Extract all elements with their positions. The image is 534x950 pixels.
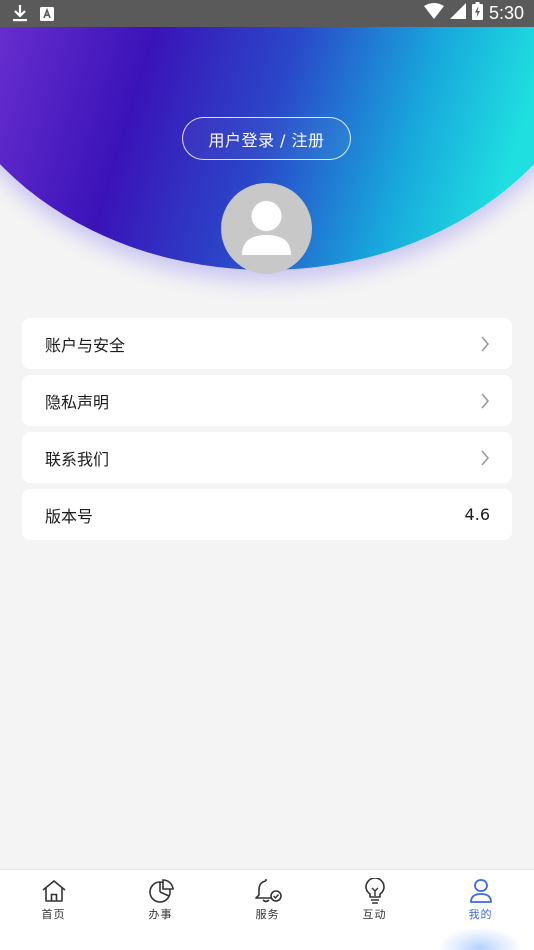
download-icon [12,4,28,26]
version-value: 4.6 [464,505,490,524]
user-icon [242,201,291,255]
nav-tab-interact[interactable]: 互动 [321,870,428,950]
menu-item-label: 版本号 [45,506,94,526]
lightbulb-icon [364,878,385,904]
status-bar: 5:30 [0,0,534,27]
signal-icon [449,3,466,23]
nav-label: 办事 [148,908,173,921]
battery-icon [471,2,483,24]
wifi-icon [423,3,444,23]
a-keyboard-icon [40,6,54,25]
home-icon [41,880,66,902]
menu-item-contact[interactable]: 联系我们 [22,432,512,483]
nav-label: 我的 [468,908,493,921]
profile-header: 用户登录 / 注册 [0,27,534,302]
nav-tab-home[interactable]: 首页 [0,870,107,950]
nav-tab-mine[interactable]: 我的 [427,870,534,950]
chevron-right-icon [481,335,490,352]
menu-item-label: 账户与安全 [45,335,126,355]
menu-item-version: 版本号 4.6 [22,489,512,540]
nav-tab-service[interactable]: 服务 [214,870,321,950]
pie-chart-icon [148,879,174,903]
status-right: 5:30 [423,2,524,24]
status-left [12,4,54,26]
status-time: 5:30 [488,3,524,23]
app-root: 5:30 用户登录 / 注册 账户与安全 隐私声明 联系我们 版本号 4.6 首… [0,0,534,950]
login-register-button[interactable]: 用户登录 / 注册 [182,117,351,160]
chevron-right-icon [481,392,490,409]
nav-label: 首页 [41,908,66,921]
nav-label: 服务 [255,908,280,921]
bottom-nav: 首页 办事 服务 互动 我的 [0,869,534,950]
menu-item-privacy[interactable]: 隐私声明 [22,375,512,426]
avatar[interactable] [221,183,312,274]
nav-label: 互动 [362,908,387,921]
nav-tab-affairs[interactable]: 办事 [107,870,214,950]
person-icon [469,879,492,903]
settings-menu: 账户与安全 隐私声明 联系我们 版本号 4.6 [22,318,512,546]
menu-item-label: 联系我们 [45,449,110,469]
chevron-right-icon [481,449,490,466]
menu-item-account-security[interactable]: 账户与安全 [22,318,512,369]
bell-check-icon [254,879,282,903]
menu-item-label: 隐私声明 [45,392,110,412]
